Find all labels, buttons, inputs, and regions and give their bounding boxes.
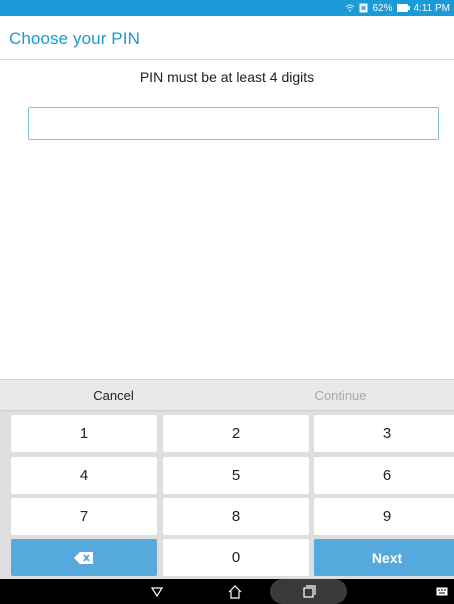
battery-icon <box>396 4 410 12</box>
key-6[interactable]: 6 <box>314 457 454 494</box>
battery-percent: 62% <box>372 2 393 14</box>
back-icon <box>151 586 163 597</box>
action-bar: Cancel Continue <box>0 379 454 411</box>
page-title: Choose your PIN <box>9 29 140 48</box>
home-icon <box>228 584 242 599</box>
sim-icon <box>359 3 368 13</box>
key-2[interactable]: 2 <box>163 415 309 452</box>
keyboard-button[interactable] <box>434 579 450 604</box>
wifi-icon <box>346 4 355 12</box>
app-bar: Choose your PIN <box>0 16 454 60</box>
key-9[interactable]: 9 <box>314 498 454 535</box>
pin-input[interactable] <box>28 107 439 140</box>
content-area: PIN must be at least 4 digits <box>0 61 454 379</box>
backspace-key[interactable] <box>11 539 157 576</box>
navigation-bar <box>0 579 454 604</box>
keyboard-icon <box>436 587 448 596</box>
next-key[interactable]: Next <box>314 539 454 576</box>
key-0[interactable]: 0 <box>163 539 309 576</box>
clock: 4:11 PM <box>413 2 451 14</box>
key-8[interactable]: 8 <box>163 498 309 535</box>
back-button[interactable] <box>147 579 167 604</box>
recents-button[interactable] <box>299 579 319 604</box>
key-5[interactable]: 5 <box>163 457 309 494</box>
key-7[interactable]: 7 <box>11 498 157 535</box>
pin-hint: PIN must be at least 4 digits <box>139 69 315 85</box>
continue-button[interactable]: Continue <box>227 380 454 411</box>
recents-icon <box>302 585 316 598</box>
numeric-keypad: 1 2 3 4 5 6 7 8 9 0 Next <box>0 411 454 579</box>
key-1[interactable]: 1 <box>11 415 157 452</box>
key-3[interactable]: 3 <box>314 415 454 452</box>
home-button[interactable] <box>224 579 246 604</box>
backspace-icon <box>74 551 93 564</box>
key-4[interactable]: 4 <box>11 457 157 494</box>
cancel-button[interactable]: Cancel <box>0 380 227 411</box>
status-bar: 62% 4:11 PM <box>0 0 454 16</box>
